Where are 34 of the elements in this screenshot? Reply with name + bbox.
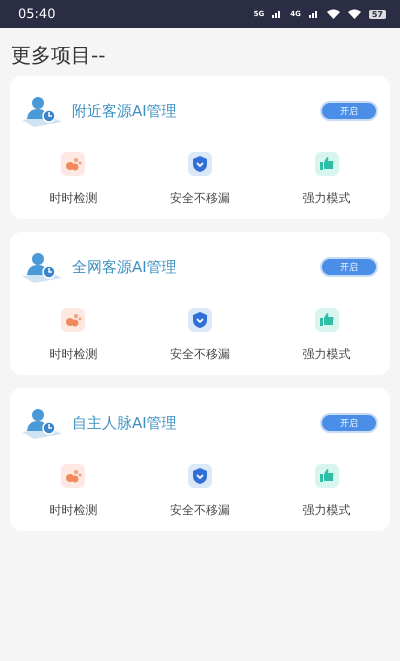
card-title: 全网客源AI管理: [72, 258, 178, 276]
person-icon: [20, 406, 64, 440]
person-icon: [20, 250, 64, 284]
shield-icon: [188, 308, 212, 332]
feature-label: 强力模式: [302, 190, 351, 207]
shield-icon: [188, 464, 212, 488]
shield-icon: [188, 152, 212, 176]
feature-label: 时时检测: [49, 346, 98, 363]
card-title: 附近客源AI管理: [72, 102, 178, 120]
paw-icon: [61, 152, 86, 176]
feature-label: 强力模式: [302, 346, 351, 363]
person-icon: [20, 94, 64, 128]
enable-button[interactable]: 开启: [320, 413, 378, 433]
paw-icon: [61, 308, 86, 332]
signal-icon: [272, 10, 282, 18]
enable-button[interactable]: 开启: [320, 257, 378, 277]
wifi-icon: [348, 9, 361, 19]
battery-level: 57: [368, 10, 386, 18]
card-title: 自主人脉AI管理: [72, 414, 178, 432]
feature-label: 强力模式: [302, 502, 351, 519]
feature-label: 时时检测: [49, 190, 98, 207]
status-time: 05:40: [18, 6, 56, 22]
enable-button[interactable]: 开启: [320, 101, 378, 121]
feature-label: 安全不移漏: [170, 190, 230, 207]
thumbs-up-icon: [314, 308, 339, 332]
thumbs-up-icon: [314, 152, 339, 176]
page-title: 更多项目--: [10, 42, 106, 69]
thumbs-up-icon: [314, 464, 339, 488]
feature-label: 时时检测: [49, 502, 98, 519]
feature-label: 安全不移漏: [170, 502, 230, 519]
wifi-icon: [326, 9, 340, 19]
feature-label: 安全不移漏: [170, 346, 230, 363]
signal-icon: [308, 10, 319, 18]
paw-icon: [61, 464, 86, 488]
